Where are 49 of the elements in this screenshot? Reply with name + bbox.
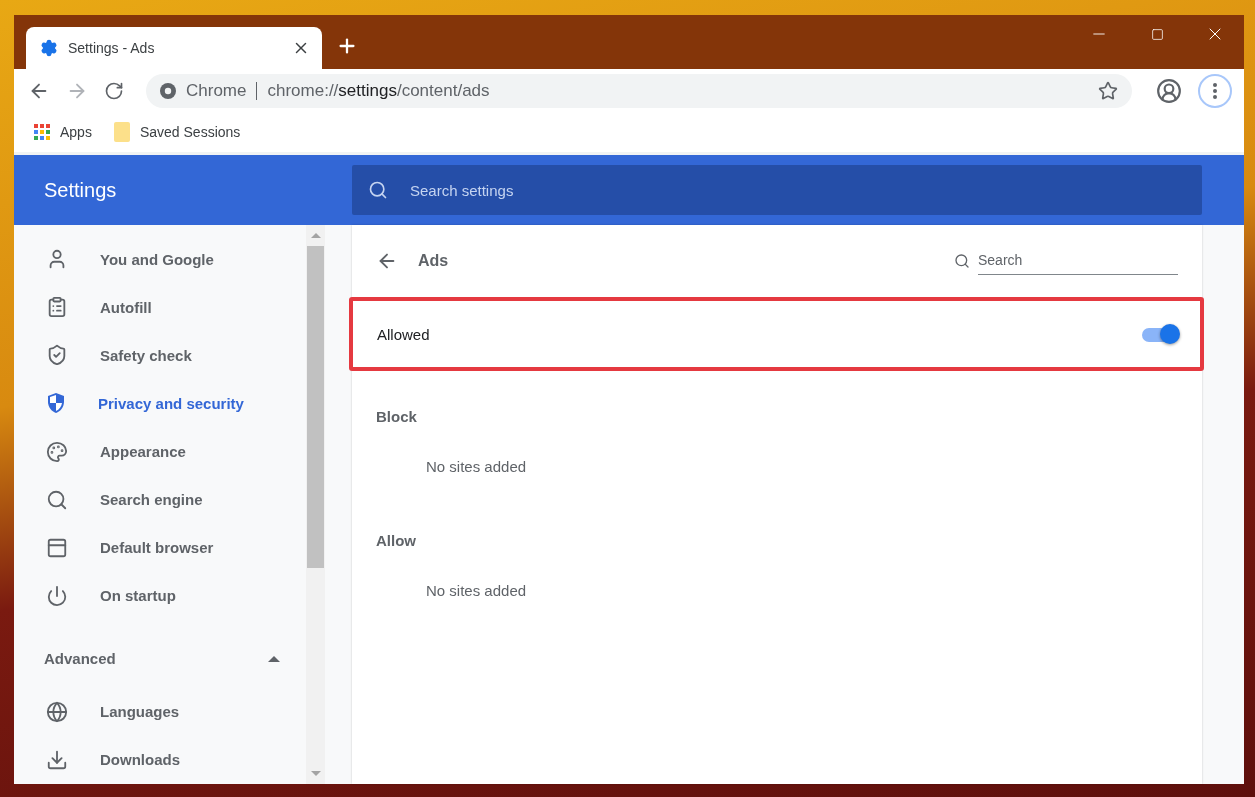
sidebar-icon	[46, 748, 68, 771]
sidebar-icon	[46, 584, 68, 607]
sidebar-item[interactable]: Appearance	[14, 427, 306, 476]
shield-icon	[46, 392, 66, 415]
search-field[interactable]: Search settings	[408, 180, 1202, 200]
sidebar-icon	[46, 440, 68, 463]
sidebar-icon	[46, 536, 68, 559]
bookmark-link[interactable]: Apps	[34, 124, 92, 140]
scrollbar[interactable]	[306, 225, 325, 784]
settings-title: Settings	[43, 178, 118, 202]
sidebar-item[interactable]: You and Google	[14, 235, 306, 284]
address-bar[interactable]: Chrome chrome://settings/content/ads	[146, 73, 1132, 108]
sidebar-icon	[46, 488, 68, 511]
apps-grid-icon	[34, 124, 50, 140]
reload-icon[interactable]	[104, 80, 124, 101]
advanced-toggle[interactable]: Advanced	[14, 630, 306, 688]
search-icon	[368, 180, 388, 200]
menu-button[interactable]	[1198, 73, 1232, 108]
maximize-icon[interactable]	[1150, 27, 1164, 41]
browser-tab[interactable]: Settings - Ads	[26, 27, 322, 69]
sidebar-item[interactable]: Languages	[14, 687, 306, 736]
star-icon[interactable]	[1098, 80, 1118, 101]
sidebar-item[interactable]: Autofill	[14, 283, 306, 332]
section-title: Allow	[375, 530, 417, 551]
toggle-switch[interactable]	[1140, 324, 1180, 344]
sidebar-icon	[46, 296, 68, 319]
empty-text: No sites added	[425, 456, 528, 477]
tab-title: Settings - Ads	[68, 40, 156, 56]
sidebar-icon	[46, 344, 68, 367]
url-text: chrome://settings/content/ads	[267, 80, 491, 101]
empty-text: No sites added	[425, 580, 528, 601]
sidebar-item[interactable]: Safety check	[14, 331, 306, 380]
sidebar-item[interactable]: Search engine	[14, 475, 306, 524]
section-title: Block	[375, 406, 418, 427]
sidebar-item[interactable]: Default browser	[14, 523, 306, 572]
sidebar-icon	[46, 700, 68, 723]
settings-icon	[40, 39, 58, 57]
sidebar-item[interactable]: On startup	[14, 571, 306, 620]
setting-label: Allowed	[377, 325, 430, 343]
search-bar[interactable]: Search settings	[352, 165, 1202, 215]
more-icon	[1213, 82, 1217, 99]
site-label: Chrome	[186, 80, 247, 101]
profile-icon[interactable]	[1156, 77, 1182, 104]
page-title: Ads	[418, 252, 450, 270]
sidebar-item[interactable]: Privacy and security	[14, 379, 306, 428]
sidebar-item[interactable]: Downloads	[14, 735, 306, 784]
search-icon	[954, 253, 970, 269]
folder-icon	[113, 122, 130, 142]
bookmark-link[interactable]: Saved Sessions	[113, 122, 241, 142]
